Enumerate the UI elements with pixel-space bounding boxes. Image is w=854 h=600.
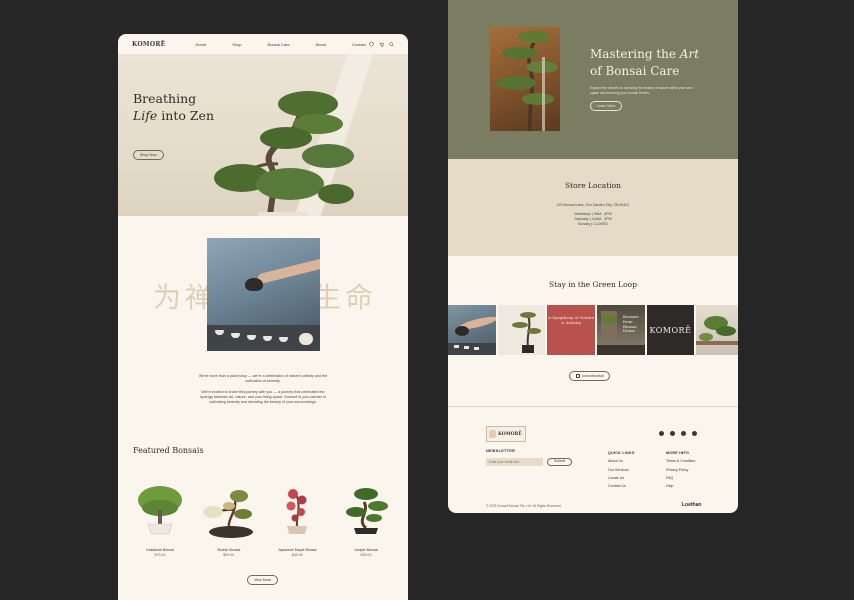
designer-brand[interactable]: Loethan	[682, 502, 701, 508]
bonsai-care-image	[490, 27, 560, 131]
gallery-tile-home[interactable]: Bonsais from Bonsai Home	[596, 305, 645, 355]
product-name: Shohin Bonsai	[217, 548, 241, 552]
nav-link-home[interactable]: Home	[196, 42, 207, 47]
footer-logo[interactable]: KOMORĒ	[486, 426, 526, 442]
social-links	[659, 431, 697, 436]
product-price: $75.00	[154, 553, 166, 557]
product-image	[199, 482, 259, 542]
more-info: MORE INFO Terms & Condition Privacy Poli…	[666, 449, 695, 490]
product-price: $90.00	[223, 553, 235, 557]
gallery-tile-tea[interactable]	[448, 305, 496, 355]
tile-caption: KOMORĒ	[649, 325, 692, 335]
gallery-tile-bonsai[interactable]	[497, 305, 546, 355]
product-card[interactable]: Hokidachi Bonsai $75.00	[130, 482, 190, 557]
product-image	[130, 482, 190, 542]
homepage-card: KOMORĒ Home Shop Bonsai Care About Conta…	[118, 34, 408, 600]
tile-caption: Bonsais from Bonsai Home	[622, 314, 639, 334]
nav-link-shop[interactable]: Shop	[232, 42, 241, 47]
about-paragraph-2: We're excited to share this journey with…	[200, 389, 326, 405]
facebook-icon[interactable]	[659, 431, 664, 436]
top-nav: KOMORĒ Home Shop Bonsai Care About Conta…	[118, 34, 408, 54]
featured-title: Featured Bonsais	[133, 446, 204, 455]
product-price: $40.00	[291, 553, 303, 557]
care-page-card: Mastering the Art of Bonsai Care Explore …	[448, 0, 738, 513]
product-name: Hokidachi Bonsai	[146, 548, 174, 552]
pinterest-icon[interactable]	[692, 431, 697, 436]
teapot	[245, 278, 263, 291]
google-icon[interactable]	[681, 431, 686, 436]
product-image	[267, 482, 327, 542]
store-hours: Weekdays | 9AM - 6PM Saturday | 10AM - 3…	[448, 212, 738, 228]
about-text: We're more than a plant shop — we're a c…	[198, 374, 328, 411]
product-card[interactable]: Juniper Bonsai $35.00	[336, 482, 396, 557]
store-address: 123 Bonsai Lane, Zen Garden City, ZN 543…	[556, 203, 630, 207]
link-privacy[interactable]: Privacy Policy	[666, 466, 695, 474]
product-name: Japanese Maple Bonsai	[278, 548, 317, 552]
link-faq[interactable]: FAQ	[666, 474, 695, 482]
gallery-tile-shelf[interactable]	[696, 305, 738, 355]
nav-link-about[interactable]: About	[316, 42, 326, 47]
mastering-title: Mastering the Art of Bonsai Care	[590, 47, 700, 78]
link-terms[interactable]: Terms & Condition	[666, 457, 695, 465]
nav-link-bonsai-care[interactable]: Bonsai Care	[268, 42, 290, 47]
search-icon[interactable]	[389, 41, 394, 47]
product-card[interactable]: Japanese Maple Bonsai $40.00	[267, 482, 327, 557]
hours-sunday: Sunday | CLOSED	[578, 222, 608, 227]
link-help[interactable]: Help	[666, 482, 695, 490]
link-contact-us[interactable]: Contact Us	[608, 482, 635, 490]
store-title: Store Location	[564, 181, 621, 190]
heart-icon[interactable]	[369, 41, 374, 47]
product-card[interactable]: Shohin Bonsai $90.00	[199, 482, 259, 557]
copyright: © 2023 Komorē Bonsai Pte. Ltd. All Right…	[486, 504, 562, 508]
product-price: $35.00	[360, 553, 372, 557]
instagram-icon[interactable]	[670, 431, 675, 436]
product-image	[336, 482, 396, 542]
tea-ceremony-image	[207, 238, 320, 351]
green-loop-title: Stay in the Green Loop	[548, 280, 637, 289]
newsletter-title: NEWSLETTER	[486, 449, 516, 453]
product-name: Juniper Bonsai	[354, 548, 378, 552]
mastering-section: Mastering the Art of Bonsai Care Explore …	[448, 0, 738, 159]
instagram-icon	[576, 374, 580, 378]
gallery-tile-logo[interactable]: KOMORĒ	[646, 305, 695, 355]
footer-divider	[448, 406, 738, 407]
instagram-handle-button[interactable]: komoribonsai	[569, 371, 611, 381]
link-locate-us[interactable]: Locate Us	[608, 474, 635, 482]
quick-links: QUICK LINKS About Us Our Services Locate…	[608, 449, 635, 490]
tile-caption: A Symphony of Nature & Artistry	[548, 315, 595, 325]
link-our-services[interactable]: Our Services	[608, 466, 635, 474]
more-info-title: MORE INFO	[666, 451, 690, 455]
instagram-gallery: A Symphony of Nature & Artistry Bonsais …	[448, 305, 738, 355]
nav-link-contact[interactable]: Contact	[352, 42, 366, 47]
hero-section: Breathing Life into Zen Shop Now	[118, 54, 408, 216]
gallery-tile-symphony[interactable]: A Symphony of Nature & Artistry	[547, 305, 595, 355]
mastering-description: Explore the secrets to nurturing the bea…	[590, 86, 693, 95]
shop-now-button[interactable]: Shop Now	[133, 150, 164, 160]
nav-links: Home Shop Bonsai Care About Contact	[196, 42, 366, 47]
view-more-button[interactable]: View More	[247, 575, 278, 585]
cart-icon[interactable]	[379, 42, 384, 47]
product-grid: Hokidachi Bonsai $75.00 Shohin Bonsai $9…	[130, 482, 396, 557]
hand	[256, 257, 320, 285]
logo[interactable]: KOMORĒ	[132, 41, 166, 48]
hero-title: Breathing Life into Zen	[133, 91, 215, 123]
logo-mark-icon	[489, 430, 496, 438]
newsletter-email-input[interactable]	[486, 458, 543, 466]
about-paragraph-1: We're more than a plant shop — we're a c…	[198, 374, 328, 384]
nav-icons	[369, 41, 394, 47]
footer-logo-text: KOMORĒ	[498, 431, 522, 437]
hero-bonsai-image	[214, 91, 354, 216]
learn-more-button[interactable]: Learn More	[590, 101, 623, 111]
newsletter-submit-button[interactable]: Submit	[547, 458, 573, 466]
store-location-section: Store Location 123 Bonsai Lane, Zen Gard…	[448, 159, 738, 256]
instagram-handle: komoribonsai	[582, 374, 604, 378]
quick-links-title: QUICK LINKS	[608, 451, 635, 455]
jar	[299, 333, 313, 345]
link-about-us[interactable]: About Us	[608, 457, 635, 465]
